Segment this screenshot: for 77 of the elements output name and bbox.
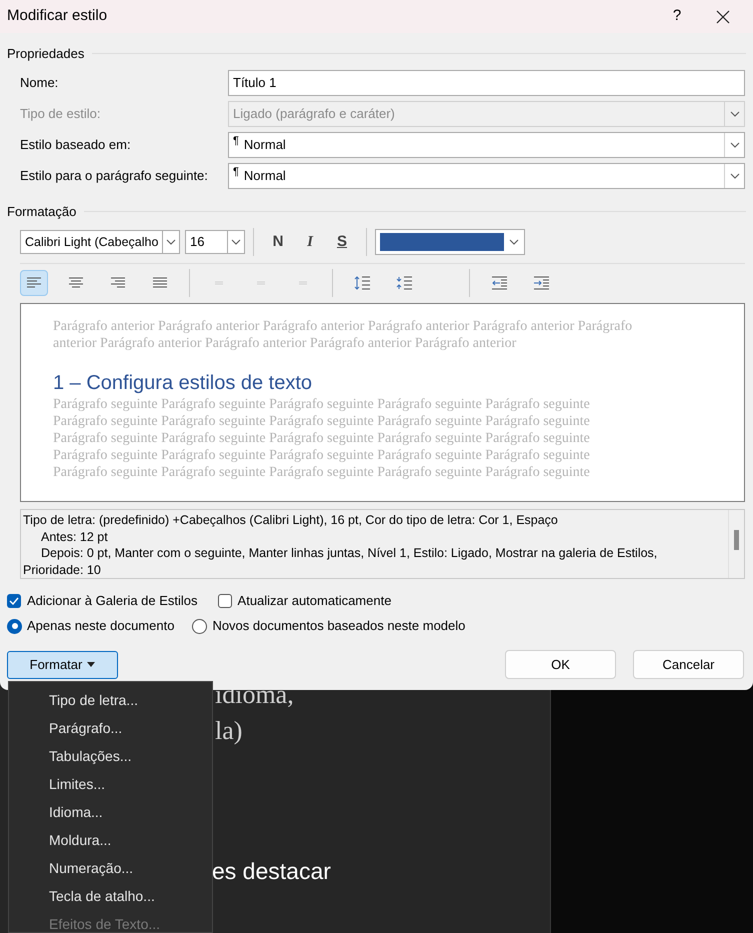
name-field[interactable]: Título 1 <box>228 70 745 96</box>
preview-text: Parágrafo seguinte Parágrafo seguinte Parágrafo seguinte Parágrafo seguinte Parágrafo seguinte <box>53 430 591 447</box>
dialog-button[interactable]: Cancelar <box>633 650 744 679</box>
caret-down-icon <box>87 662 96 667</box>
preview-text: anterior Parágrafo anterior Parágrafo anterior Parágrafo anterior Parágrafo anterior <box>53 335 518 352</box>
line-spacing-icon <box>354 276 370 290</box>
font-style-button[interactable]: S <box>329 230 355 254</box>
menu-item[interactable]: Idioma... <box>9 798 212 826</box>
chevron-down-icon <box>509 239 519 245</box>
menu-item[interactable]: Numeração... <box>9 854 212 882</box>
section-heading: Propriedades <box>7 45 84 63</box>
chevron-down-icon <box>730 110 740 116</box>
preview-text: Parágrafo seguinte Parágrafo seguinte Parágrafo seguinte Parágrafo seguinte Parágrafo seguinte <box>53 413 591 430</box>
radio-label: Apenas neste documento <box>27 617 174 636</box>
style-select[interactable]: ¶ Normal <box>228 132 745 158</box>
preview-text: Parágrafo seguinte Parágrafo seguinte Parágrafo seguinte Parágrafo seguinte Parágrafo seguinte <box>53 396 591 413</box>
menu-item[interactable]: Parágrafo... <box>9 714 212 742</box>
dialog-button[interactable]: OK <box>505 650 616 679</box>
preview-text: Parágrafo seguinte Parágrafo seguinte Parágrafo seguinte Parágrafo seguinte Parágrafo seguinte <box>53 464 591 481</box>
chevron-down-icon <box>231 239 241 245</box>
menu-item[interactable]: Tabulações... <box>9 742 212 770</box>
pilcrow-icon: ¶ <box>233 164 239 181</box>
align-right-icon <box>110 276 126 290</box>
description-text: Tipo de letra: (predefinido) +Cabeçalhos (Calibri Light), 16 pt, Cor do tipo de letra: Cor 1, Espaço <box>23 512 559 528</box>
menu-item[interactable]: Moldura... <box>9 826 212 854</box>
preview-text: Parágrafo anterior Parágrafo anterior Parágrafo anterior Parágrafo anterior Parágrafo anterior Parágrafo <box>53 318 634 335</box>
preview-text: Parágrafo seguinte Parágrafo seguinte Parágrafo seguinte Parágrafo seguinte Parágrafo seguinte <box>53 447 591 464</box>
chevron-down-icon <box>730 142 740 148</box>
align-center-icon <box>68 276 84 290</box>
check-icon <box>9 597 19 605</box>
close-icon <box>716 10 730 24</box>
pilcrow-icon: ¶ <box>233 133 239 150</box>
field-value: Título 1 <box>233 74 276 92</box>
outdent-icon <box>490 276 508 290</box>
style-select[interactable]: ¶ Normal <box>228 162 745 188</box>
checkbox[interactable] <box>7 594 21 608</box>
paragraph-format-button[interactable] <box>20 270 48 296</box>
field-value: Ligado (parágrafo e caráter) <box>233 104 395 123</box>
size-select[interactable]: 16 <box>185 230 245 254</box>
indent-icon <box>532 276 550 290</box>
menu-item[interactable]: Tecla de atalho... <box>9 882 212 910</box>
menu-item[interactable]: Tipo de letra... <box>9 686 212 714</box>
window-title: Modificar estilo <box>7 6 108 26</box>
font-style-button[interactable]: N <box>265 230 291 254</box>
font-color-select[interactable] <box>375 229 525 255</box>
field-label: Nome: <box>20 74 60 92</box>
scrollbar-thumb[interactable] <box>734 530 739 550</box>
menu-item[interactable]: Limites... <box>9 770 212 798</box>
field-label: Estilo para o parágrafo seguinte: <box>20 166 209 185</box>
font-select[interactable]: Calibri Light (Cabeçalho <box>20 230 180 254</box>
help-button[interactable]: ? <box>654 0 700 33</box>
field-label: Estilo baseado em: <box>20 136 132 154</box>
checkbox-label: Atualizar automaticamente <box>238 592 392 610</box>
document-text: la) <box>215 718 242 744</box>
line-spacing-icon <box>396 276 412 290</box>
checkbox[interactable] <box>218 594 232 608</box>
field-value: Calibri Light (Cabeçalho <box>24 234 160 251</box>
align-left-icon <box>26 276 42 290</box>
chevron-down-icon <box>166 239 176 245</box>
chevron-down-icon <box>730 172 740 178</box>
justify-icon <box>152 276 168 290</box>
format-button[interactable]: Formatar <box>7 650 118 678</box>
radio-button[interactable] <box>192 618 208 634</box>
description-text: Depois: 0 pt, Manter com o seguinte, Manter linhas juntas, Nível 1, Estilo: Ligado, Mostrar na galeria de Estilos, <box>40 545 658 562</box>
radio-label: Novos documentos baseados neste modelo <box>212 617 466 636</box>
field-value: Normal <box>244 136 286 154</box>
field-value: Normal <box>244 166 286 185</box>
preview-heading: 1 – Configura estilos de texto <box>53 371 314 396</box>
description-text: Antes: 12 pt <box>40 528 109 545</box>
description-text: Prioridade: 10 <box>23 562 102 578</box>
section-heading: Formatação <box>7 202 76 221</box>
field-label: Tipo de estilo: <box>20 104 102 123</box>
checkbox-label: Adicionar à Galeria de Estilos <box>27 592 198 610</box>
field-value: 16 <box>189 233 206 252</box>
radio-button[interactable] <box>7 618 22 634</box>
document-text: es destacar <box>212 860 331 883</box>
font-style-button[interactable]: I <box>297 230 323 254</box>
